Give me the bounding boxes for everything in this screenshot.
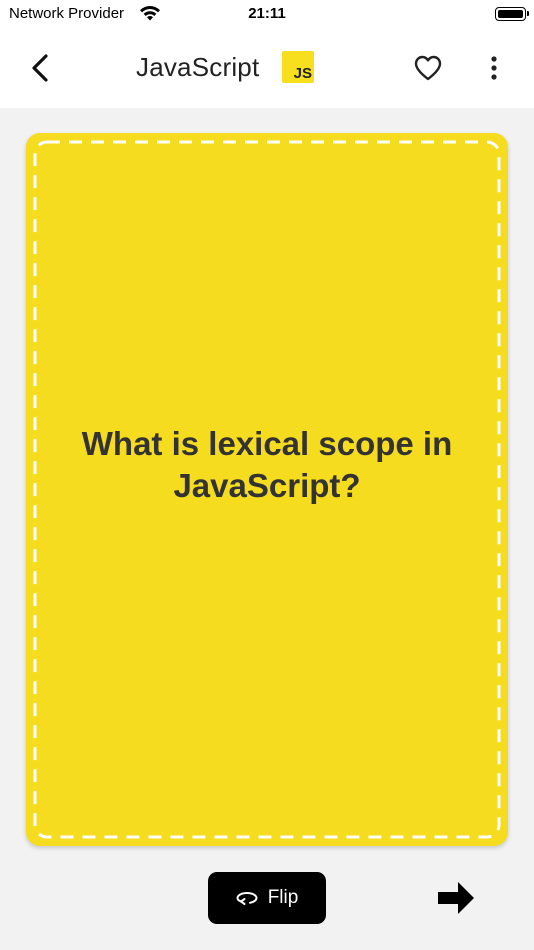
js-logo-text: JS	[293, 65, 312, 82]
javascript-logo: JS	[282, 51, 314, 83]
status-bar: Network Provider 21:11	[0, 0, 534, 28]
page-title: JavaScript	[136, 52, 260, 82]
chevron-left-icon	[32, 54, 48, 82]
flip-button-label: Flip	[267, 887, 299, 908]
more-vertical-icon	[491, 56, 497, 80]
card-question: What is lexical scope in JavaScript?	[81, 425, 453, 504]
back-button[interactable]	[24, 48, 56, 88]
battery-level	[498, 10, 523, 18]
flip-button[interactable]: Flip	[208, 872, 326, 924]
next-card-button[interactable]	[436, 878, 476, 918]
flip-rotate-icon	[236, 891, 258, 905]
status-time: 21:11	[248, 5, 286, 22]
battery-icon	[495, 7, 529, 21]
more-options-button[interactable]	[482, 52, 506, 84]
arrow-right-icon	[438, 882, 474, 914]
favorite-button[interactable]	[412, 52, 444, 84]
flashcard[interactable]: What is lexical scope in JavaScript?	[26, 133, 508, 846]
heart-outline-icon	[414, 55, 442, 81]
nav-bar: JavaScript JS	[0, 28, 534, 108]
